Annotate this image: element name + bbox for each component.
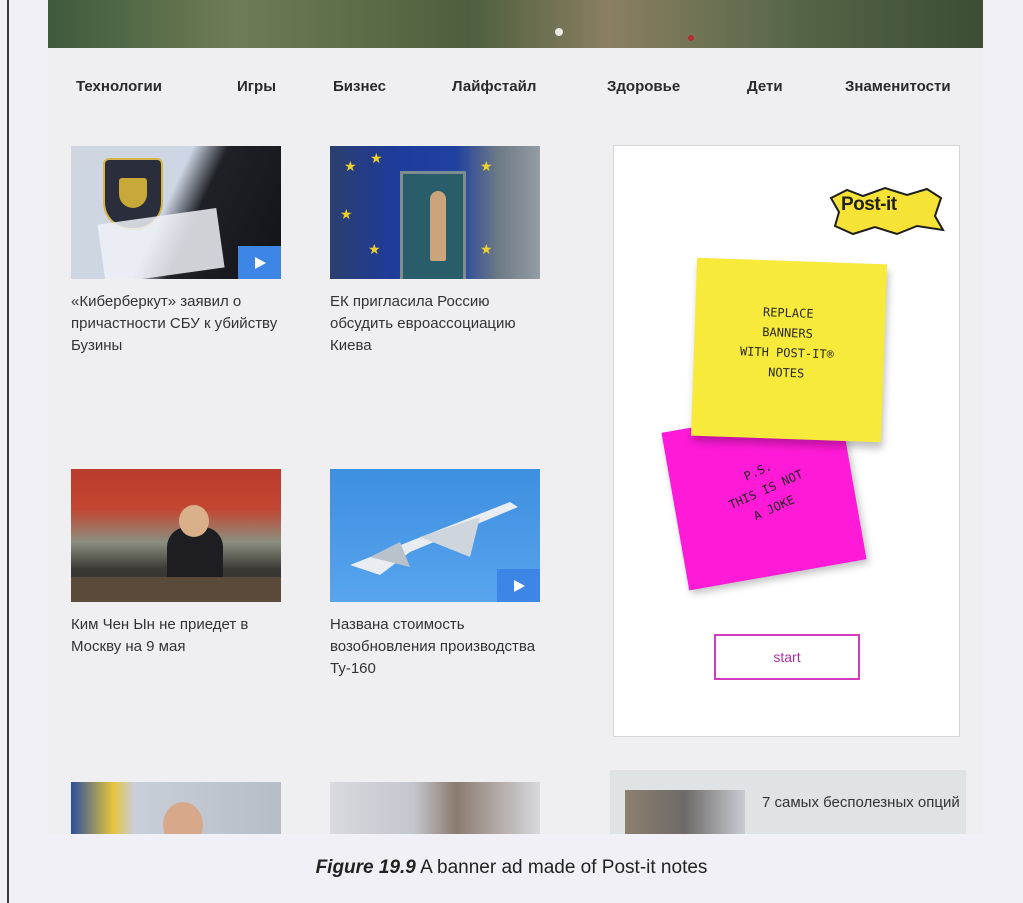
start-button[interactable]: start [714,634,860,680]
article-thumbnail[interactable] [71,469,281,602]
video-play-icon[interactable] [238,246,281,279]
nav-item-health[interactable]: Здоровье [607,78,680,95]
teaser-thumbnail[interactable] [625,790,745,834]
eu-star-icon: ★ [368,241,381,257]
desk-image [71,577,281,602]
hero-image-strip [48,0,983,48]
eu-star-icon: ★ [370,150,383,166]
left-margin-rule [7,0,9,903]
article-card[interactable]: «Киберберкут» заявил о причастности СБУ … [71,146,281,357]
article-thumbnail[interactable] [330,782,540,834]
eu-star-icon: ★ [340,206,353,222]
article-card[interactable]: Названа стоимость возобновления производ… [330,469,540,680]
airplane-image [350,502,518,575]
article-thumbnail[interactable] [71,146,281,279]
eu-star-icon: ★ [480,241,493,257]
screenshot-frame: Технологии Игры Бизнес Лайфстайл Здоровь… [48,0,983,834]
pink-note-text: P.S. THIS IS NOT A JOKE [726,459,806,524]
teaser-title[interactable]: 7 самых бесполезных опций [762,792,960,814]
yellow-sticky-note: REPLACE BANNERS WITH POST-IT® NOTES [690,257,888,443]
article-title[interactable]: «Киберберкут» заявил о причастности СБУ … [71,291,281,357]
category-nav: Технологии Игры Бизнес Лайфстайл Здоровь… [48,78,983,102]
article-thumbnail[interactable] [71,782,281,834]
article-thumbnail[interactable]: ★ ★ ★ ★ ★ ★ [330,146,540,279]
nav-item-business[interactable]: Бизнес [333,78,386,95]
caption-text: A banner ad made of Post-it notes [415,857,708,878]
article-title[interactable]: ЕК пригласила Россию обсудить евроассоци… [330,291,540,357]
article-card[interactable]: Ким Чен Ын не приедет в Москву на 9 мая [71,469,281,658]
person-image [163,802,203,834]
article-thumbnail[interactable] [330,469,540,602]
article-title[interactable]: Ким Чен Ын не приедет в Москву на 9 мая [71,614,281,658]
nav-item-kids[interactable]: Дети [747,78,783,95]
nav-item-celebrities[interactable]: Знаменитости [845,78,951,95]
nav-item-games[interactable]: Игры [237,78,276,95]
yellow-note-text: REPLACE BANNERS WITH POST-IT® NOTES [739,305,835,381]
speaker-face [179,505,209,537]
eu-star-icon: ★ [480,158,493,174]
article-title[interactable]: Названа стоимость возобновления производ… [330,614,540,680]
person-image [430,191,446,261]
caption-label: Figure 19.9 [315,857,416,878]
banner-ad[interactable]: Post-it P.S. THIS IS NOT A JOKE REPLACE … [613,145,960,737]
post-it-logo: Post-it [827,186,945,236]
article-card[interactable]: ★ ★ ★ ★ ★ ★ ЕК пригласила Россию обсудит… [330,146,540,357]
nav-item-lifestyle[interactable]: Лайфстайл [452,78,536,95]
hero-detail [688,35,694,41]
video-play-icon[interactable] [497,569,540,602]
carousel-dot[interactable] [555,28,563,36]
eu-star-icon: ★ [344,158,357,174]
figure-caption: Figure 19.9 A banner ad made of Post-it … [0,857,1023,879]
teaser-card[interactable]: 7 самых бесполезных опций [610,770,966,834]
nav-item-tech[interactable]: Технологии [76,78,162,95]
